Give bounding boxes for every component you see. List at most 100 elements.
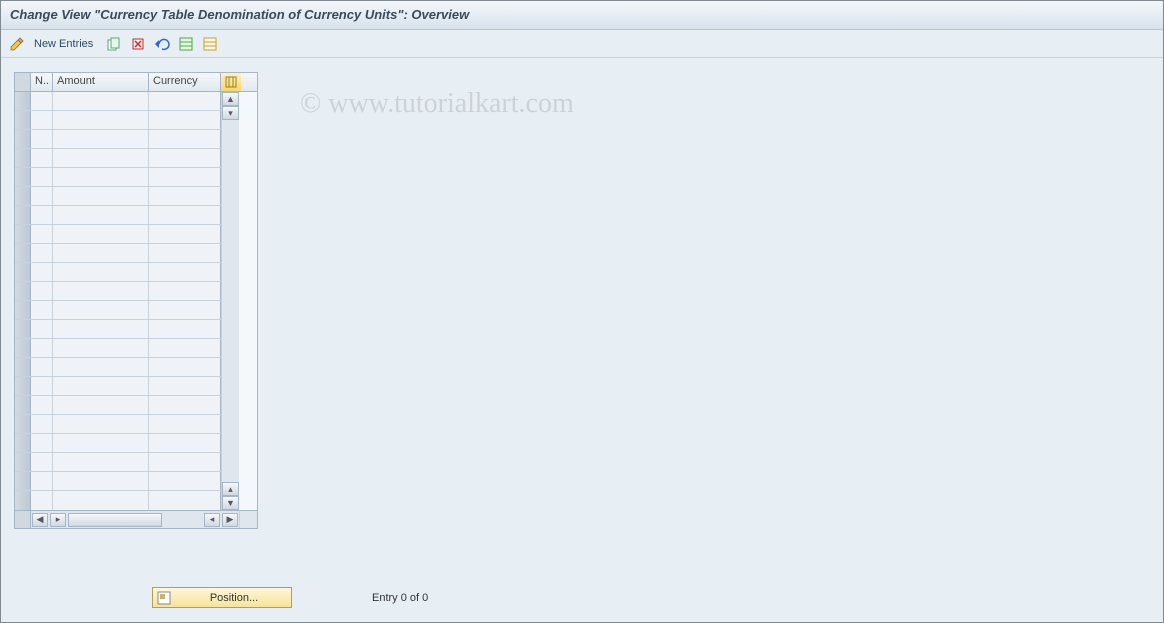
cell-amount[interactable] (53, 453, 149, 471)
undo-change-icon[interactable] (153, 35, 171, 53)
cell-currency[interactable] (149, 339, 221, 357)
cell-currency[interactable] (149, 225, 221, 243)
cell-currency[interactable] (149, 377, 221, 395)
cell-n[interactable] (31, 339, 53, 357)
cell-currency[interactable] (149, 92, 221, 110)
cell-amount[interactable] (53, 149, 149, 167)
cell-amount[interactable] (53, 339, 149, 357)
cell-currency[interactable] (149, 415, 221, 433)
row-selector[interactable] (15, 491, 31, 510)
scroll-up-step-icon[interactable]: ▾ (222, 106, 239, 120)
cell-amount[interactable] (53, 320, 149, 338)
cell-currency[interactable] (149, 263, 221, 281)
row-selector[interactable] (15, 472, 31, 490)
row-selector[interactable] (15, 396, 31, 414)
cell-currency[interactable] (149, 149, 221, 167)
cell-n[interactable] (31, 225, 53, 243)
copy-as-icon[interactable] (105, 35, 123, 53)
cell-n[interactable] (31, 111, 53, 129)
cell-n[interactable] (31, 472, 53, 490)
cell-amount[interactable] (53, 472, 149, 490)
row-selector[interactable] (15, 149, 31, 167)
row-selector[interactable] (15, 225, 31, 243)
column-header-amount[interactable]: Amount (53, 73, 149, 91)
select-all-column[interactable] (15, 73, 31, 91)
hscroll-thumb[interactable] (68, 513, 162, 527)
cell-amount[interactable] (53, 377, 149, 395)
cell-amount[interactable] (53, 130, 149, 148)
cell-n[interactable] (31, 377, 53, 395)
cell-amount[interactable] (53, 111, 149, 129)
row-selector[interactable] (15, 92, 31, 110)
scroll-down-step-icon[interactable]: ▴ (222, 482, 239, 496)
cell-amount[interactable] (53, 92, 149, 110)
row-selector[interactable] (15, 282, 31, 300)
cell-currency[interactable] (149, 453, 221, 471)
scroll-down-icon[interactable]: ▼ (222, 496, 239, 510)
scroll-left-step-icon[interactable]: ▸ (50, 513, 66, 527)
cell-currency[interactable] (149, 206, 221, 224)
cell-n[interactable] (31, 168, 53, 186)
cell-currency[interactable] (149, 282, 221, 300)
cell-n[interactable] (31, 434, 53, 452)
row-selector[interactable] (15, 263, 31, 281)
row-selector[interactable] (15, 206, 31, 224)
cell-n[interactable] (31, 149, 53, 167)
horizontal-scrollbar[interactable]: ◀ ▸ ◂ ▶ (15, 510, 257, 528)
cell-n[interactable] (31, 244, 53, 262)
cell-amount[interactable] (53, 434, 149, 452)
cell-n[interactable] (31, 320, 53, 338)
cell-amount[interactable] (53, 396, 149, 414)
cell-n[interactable] (31, 396, 53, 414)
cell-amount[interactable] (53, 263, 149, 281)
cell-amount[interactable] (53, 491, 149, 510)
cell-amount[interactable] (53, 415, 149, 433)
column-header-currency[interactable]: Currency (149, 73, 221, 91)
cell-currency[interactable] (149, 491, 221, 510)
row-selector[interactable] (15, 377, 31, 395)
cell-amount[interactable] (53, 225, 149, 243)
cell-amount[interactable] (53, 206, 149, 224)
deselect-all-icon[interactable] (201, 35, 219, 53)
position-button[interactable]: Position... (152, 587, 292, 608)
new-entries-button[interactable]: New Entries (32, 38, 99, 50)
scroll-left-icon[interactable]: ◀ (32, 513, 48, 527)
cell-n[interactable] (31, 263, 53, 281)
cell-currency[interactable] (149, 396, 221, 414)
cell-currency[interactable] (149, 130, 221, 148)
cell-n[interactable] (31, 282, 53, 300)
scroll-right-icon[interactable]: ▶ (222, 513, 238, 527)
row-selector[interactable] (15, 339, 31, 357)
cell-n[interactable] (31, 453, 53, 471)
cell-currency[interactable] (149, 320, 221, 338)
toggle-change-mode-icon[interactable] (8, 35, 26, 53)
row-selector[interactable] (15, 453, 31, 471)
cell-n[interactable] (31, 187, 53, 205)
cell-n[interactable] (31, 130, 53, 148)
row-selector[interactable] (15, 130, 31, 148)
cell-currency[interactable] (149, 244, 221, 262)
column-header-n[interactable]: N.. (31, 73, 53, 91)
row-selector[interactable] (15, 358, 31, 376)
scroll-right-step-icon[interactable]: ◂ (204, 513, 220, 527)
row-selector[interactable] (15, 320, 31, 338)
row-selector[interactable] (15, 168, 31, 186)
configure-columns-button[interactable] (221, 73, 241, 91)
row-selector[interactable] (15, 301, 31, 319)
cell-amount[interactable] (53, 282, 149, 300)
select-all-icon[interactable] (177, 35, 195, 53)
delete-icon[interactable] (129, 35, 147, 53)
row-selector[interactable] (15, 244, 31, 262)
cell-currency[interactable] (149, 111, 221, 129)
cell-amount[interactable] (53, 168, 149, 186)
row-selector[interactable] (15, 187, 31, 205)
cell-currency[interactable] (149, 358, 221, 376)
cell-n[interactable] (31, 92, 53, 110)
cell-currency[interactable] (149, 168, 221, 186)
cell-currency[interactable] (149, 187, 221, 205)
cell-currency[interactable] (149, 434, 221, 452)
cell-currency[interactable] (149, 301, 221, 319)
cell-n[interactable] (31, 301, 53, 319)
row-selector[interactable] (15, 111, 31, 129)
cell-amount[interactable] (53, 358, 149, 376)
